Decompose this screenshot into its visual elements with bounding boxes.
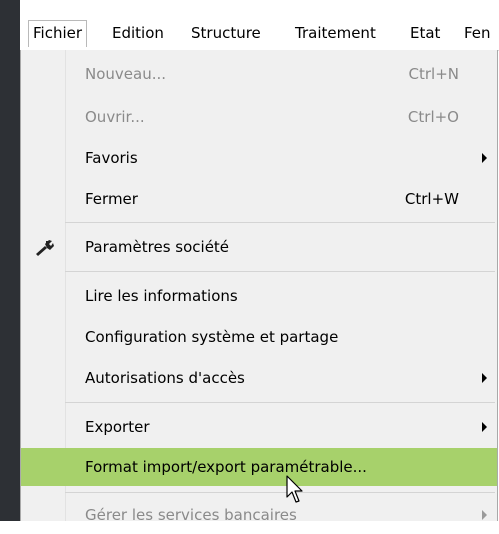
menu-edition[interactable]: Edition (112, 22, 164, 44)
menu-item-format-import-export[interactable]: Format import/export paramétrable... (21, 448, 497, 486)
menu-item-shortcut: Ctrl+N (408, 65, 459, 83)
menu-item-label: Lire les informations (85, 287, 238, 305)
menu-item-shortcut: Ctrl+O (407, 108, 459, 126)
menu-item-label: Configuration système et partage (85, 328, 339, 346)
menu-item-label: Exporter (85, 418, 150, 436)
mouse-pointer-icon (286, 475, 303, 503)
menu-item-fermer[interactable]: Fermer Ctrl+W (21, 180, 497, 218)
menu-item-configuration-systeme[interactable]: Configuration système et partage (21, 318, 497, 356)
fichier-dropdown-menu: Nouveau... Ctrl+N Ouvrir... Ctrl+O Favor… (20, 50, 498, 524)
menu-item-label: Paramètres société (85, 238, 230, 256)
submenu-arrow-icon (482, 510, 487, 520)
menu-item-ouvrir[interactable]: Ouvrir... Ctrl+O (21, 98, 497, 136)
menu-item-favoris[interactable]: Favoris (21, 139, 497, 177)
menu-item-shortcut: Ctrl+W (404, 190, 459, 208)
menu-item-label: Format import/export paramétrable... (85, 458, 367, 476)
menu-separator (65, 402, 495, 403)
menu-item-label: Nouveau... (85, 65, 167, 83)
menu-item-nouveau[interactable]: Nouveau... Ctrl+N (21, 55, 497, 93)
menu-separator (65, 271, 495, 272)
menu-separator (65, 222, 495, 223)
menu-fichier[interactable]: Fichier (28, 20, 88, 47)
menu-item-label: Ouvrir... (85, 108, 145, 126)
menu-item-label: Gérer les services bancaires (85, 506, 297, 524)
submenu-arrow-icon (482, 373, 487, 383)
menu-item-autorisations-acces[interactable]: Autorisations d'accès (21, 359, 497, 397)
background-panel (0, 0, 20, 521)
menu-item-parametres-societe[interactable]: Paramètres société (21, 228, 497, 266)
menu-item-label: Favoris (85, 149, 138, 167)
menu-item-lire-informations[interactable]: Lire les informations (21, 277, 497, 315)
menu-item-gerer-services-bancaires[interactable]: Gérer les services bancaires (21, 496, 497, 534)
menu-traitement[interactable]: Traitement (295, 22, 376, 44)
submenu-arrow-icon (482, 153, 487, 163)
wrench-icon (36, 240, 54, 256)
menu-item-label: Fermer (85, 190, 138, 208)
menu-fenetre[interactable]: Fen (464, 22, 491, 44)
submenu-arrow-icon (482, 422, 487, 432)
menu-structure[interactable]: Structure (191, 22, 261, 44)
menu-separator (65, 492, 495, 493)
menu-item-label: Autorisations d'accès (85, 369, 245, 387)
menu-bar: Fichier Edition Structure Traitement Eta… (20, 0, 499, 51)
menu-etat[interactable]: Etat (410, 22, 440, 44)
menu-item-exporter[interactable]: Exporter (21, 408, 497, 446)
